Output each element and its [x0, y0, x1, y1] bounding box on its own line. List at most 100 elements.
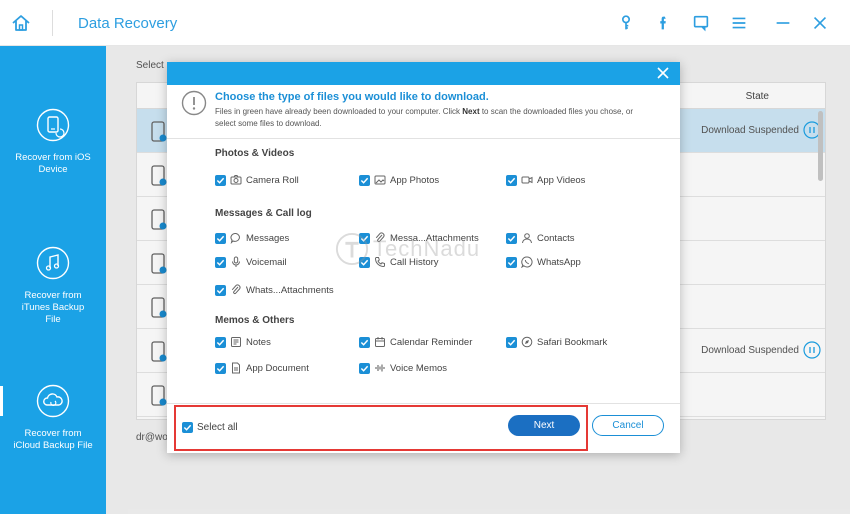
- key-icon[interactable]: [615, 12, 637, 34]
- sidebar-label: Recover from: [24, 290, 82, 301]
- sidebar-label: iTunes Backup: [21, 302, 85, 313]
- option-whatsapp[interactable]: WhatsApp: [506, 256, 581, 268]
- microphone-icon: [230, 256, 242, 268]
- sidebar-label: iCloud Backup File: [13, 440, 93, 451]
- option-voice-memos[interactable]: Voice Memos: [359, 362, 447, 374]
- option-label: Voicemail: [246, 256, 287, 268]
- option-label: Whats...Attachments: [246, 284, 334, 296]
- option-label: Calendar Reminder: [390, 336, 473, 348]
- compass-icon: [521, 336, 533, 348]
- notes-icon: [230, 336, 242, 348]
- info-icon: [181, 90, 207, 116]
- waveform-icon: [374, 362, 386, 374]
- option-label: App Videos: [537, 174, 586, 186]
- option-label: Messages: [246, 232, 290, 244]
- home-icon[interactable]: [10, 12, 32, 34]
- option-message-attachments[interactable]: Messa...Attachments: [359, 232, 479, 244]
- option-app-photos[interactable]: App Photos: [359, 174, 439, 186]
- checkbox-checked-icon[interactable]: [506, 256, 517, 268]
- dialog-description: Files in green have already been downloa…: [215, 106, 655, 130]
- paperclip-icon: [374, 232, 386, 244]
- checkbox-checked-icon[interactable]: [359, 336, 370, 348]
- file-type-dialog: Choose the type of files you would like …: [167, 62, 680, 453]
- cancel-button[interactable]: Cancel: [592, 415, 664, 436]
- sidebar: Recover from iOS Device Recover from iTu…: [0, 46, 106, 514]
- checkbox-checked-icon[interactable]: [215, 336, 226, 348]
- option-label: Safari Bookmark: [537, 336, 608, 348]
- checkbox-checked-icon[interactable]: [359, 256, 370, 268]
- image-icon: [374, 174, 386, 186]
- person-icon: [521, 232, 533, 244]
- cloud-icon: [36, 384, 70, 418]
- checkbox-checked-icon[interactable]: [359, 232, 370, 244]
- checkbox-checked-icon[interactable]: [215, 174, 226, 186]
- group-title-memos: Memos & Others: [215, 315, 295, 326]
- option-call-history[interactable]: Call History: [359, 256, 439, 268]
- checkbox-checked-icon[interactable]: [215, 284, 226, 296]
- sidebar-label: Recover from: [24, 428, 82, 439]
- option-label: WhatsApp: [537, 256, 581, 268]
- desc-text: Files in green have already been downloa…: [215, 107, 463, 116]
- option-label: Voice Memos: [390, 362, 448, 374]
- minimize-icon[interactable]: [772, 12, 794, 34]
- option-calendar-reminder[interactable]: Calendar Reminder: [359, 336, 472, 348]
- close-icon[interactable]: [809, 12, 831, 34]
- whatsapp-icon: [521, 256, 533, 268]
- option-camera-roll[interactable]: Camera Roll: [215, 174, 299, 186]
- option-voicemail[interactable]: Voicemail: [215, 256, 287, 268]
- sidebar-item-ios-device[interactable]: Recover from iOS Device: [0, 108, 106, 176]
- option-label: Camera Roll: [246, 174, 299, 186]
- menu-icon[interactable]: [728, 12, 750, 34]
- option-whatsapp-attachments[interactable]: Whats...Attachments: [215, 284, 334, 296]
- sidebar-label: Recover from iOS: [15, 152, 91, 163]
- sidebar-item-itunes-backup[interactable]: Recover from iTunes Backup File: [0, 246, 106, 326]
- checkbox-checked-icon[interactable]: [359, 362, 370, 374]
- sidebar-label: Device: [38, 164, 68, 175]
- phone-restore-icon: [36, 108, 70, 142]
- option-label: Notes: [246, 336, 271, 348]
- checkbox-checked-icon[interactable]: [215, 256, 226, 268]
- option-app-document[interactable]: App Document: [215, 362, 309, 374]
- video-icon: [521, 174, 533, 186]
- sidebar-item-icloud-backup[interactable]: Recover from iCloud Backup File: [0, 384, 106, 452]
- phone-icon: [374, 256, 386, 268]
- option-label: App Photos: [390, 174, 440, 186]
- camera-icon: [230, 174, 242, 186]
- app-title: Data Recovery: [78, 15, 178, 32]
- checkbox-checked-icon[interactable]: [506, 174, 517, 186]
- checkbox-checked-icon[interactable]: [506, 336, 517, 348]
- option-messages[interactable]: Messages: [215, 232, 289, 244]
- select-all-label: Select all: [197, 422, 238, 433]
- checkbox-checked-icon[interactable]: [215, 232, 226, 244]
- option-contacts[interactable]: Contacts: [506, 232, 575, 244]
- option-label: Contacts: [537, 232, 575, 244]
- feedback-icon[interactable]: [690, 12, 712, 34]
- chat-bubble-icon: [230, 232, 242, 244]
- checkbox-checked-icon[interactable]: [215, 362, 226, 374]
- desc-bold: Next: [462, 107, 480, 116]
- next-button[interactable]: Next: [508, 415, 580, 436]
- option-app-videos[interactable]: App Videos: [506, 174, 585, 186]
- dialog-heading: Choose the type of files you would like …: [215, 91, 489, 103]
- checkbox-checked-icon[interactable]: [182, 422, 193, 433]
- facebook-icon[interactable]: [652, 12, 674, 34]
- paperclip-icon: [230, 284, 242, 296]
- select-all-checkbox[interactable]: Select all: [182, 422, 238, 433]
- option-label: Call History: [390, 256, 439, 268]
- option-notes[interactable]: Notes: [215, 336, 271, 348]
- title-separator: [52, 10, 53, 36]
- dialog-footer-divider: [167, 403, 680, 404]
- dialog-divider: [167, 138, 680, 139]
- option-safari-bookmark[interactable]: Safari Bookmark: [506, 336, 607, 348]
- document-icon: [230, 362, 242, 374]
- option-label: Messa...Attachments: [390, 232, 479, 244]
- title-bar: Data Recovery: [0, 0, 850, 46]
- checkbox-checked-icon[interactable]: [359, 174, 370, 186]
- dialog-header-bar: [167, 62, 680, 85]
- music-note-icon: [36, 246, 70, 280]
- checkbox-checked-icon[interactable]: [506, 232, 517, 244]
- dialog-close-icon[interactable]: [656, 66, 670, 80]
- option-label: App Document: [246, 362, 309, 374]
- calendar-icon: [374, 336, 386, 348]
- group-title-photos: Photos & Videos: [215, 148, 295, 159]
